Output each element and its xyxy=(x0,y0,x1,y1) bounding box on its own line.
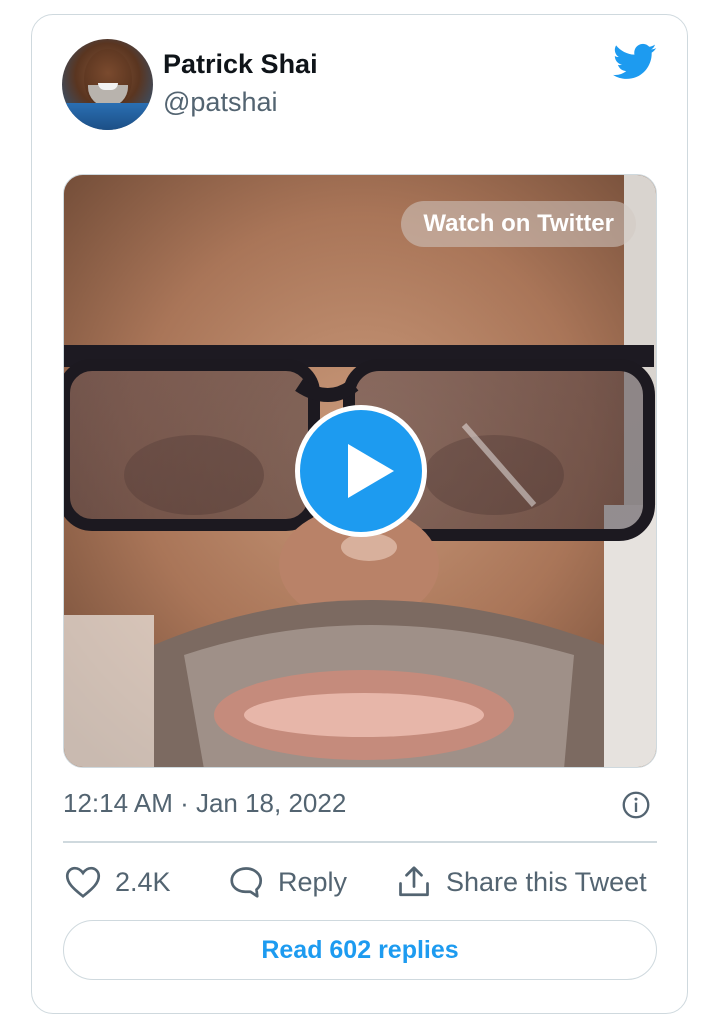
divider xyxy=(63,841,657,843)
author-handle[interactable]: @patshai xyxy=(163,87,277,118)
twitter-bird-icon[interactable] xyxy=(613,43,657,81)
like-count: 2.4K xyxy=(115,866,171,897)
speech-bubble-icon xyxy=(230,867,263,898)
video-thumbnail[interactable]: Watch on Twitter xyxy=(63,174,657,768)
play-button[interactable] xyxy=(295,405,427,537)
like-button[interactable]: 2.4K xyxy=(65,864,171,900)
share-button[interactable]: Share this Tweet xyxy=(396,864,647,900)
avatar[interactable] xyxy=(62,39,153,130)
share-upload-icon xyxy=(399,866,429,897)
reply-button[interactable]: Reply xyxy=(228,864,347,900)
author-name[interactable]: Patrick Shai xyxy=(163,49,318,80)
info-icon[interactable] xyxy=(622,791,650,819)
tweet-timestamp[interactable]: 12:14 AM · Jan 18, 2022 xyxy=(63,788,346,819)
avatar-shirt xyxy=(62,102,153,130)
reply-label: Reply xyxy=(278,866,348,897)
share-label: Share this Tweet xyxy=(446,866,647,897)
tweet-card: Patrick Shai @patshai Watch on Twitter 1… xyxy=(31,14,688,1014)
heart-icon xyxy=(65,866,101,898)
watch-on-twitter-button[interactable]: Watch on Twitter xyxy=(401,201,636,247)
read-replies-button[interactable]: Read 602 replies xyxy=(63,920,657,980)
